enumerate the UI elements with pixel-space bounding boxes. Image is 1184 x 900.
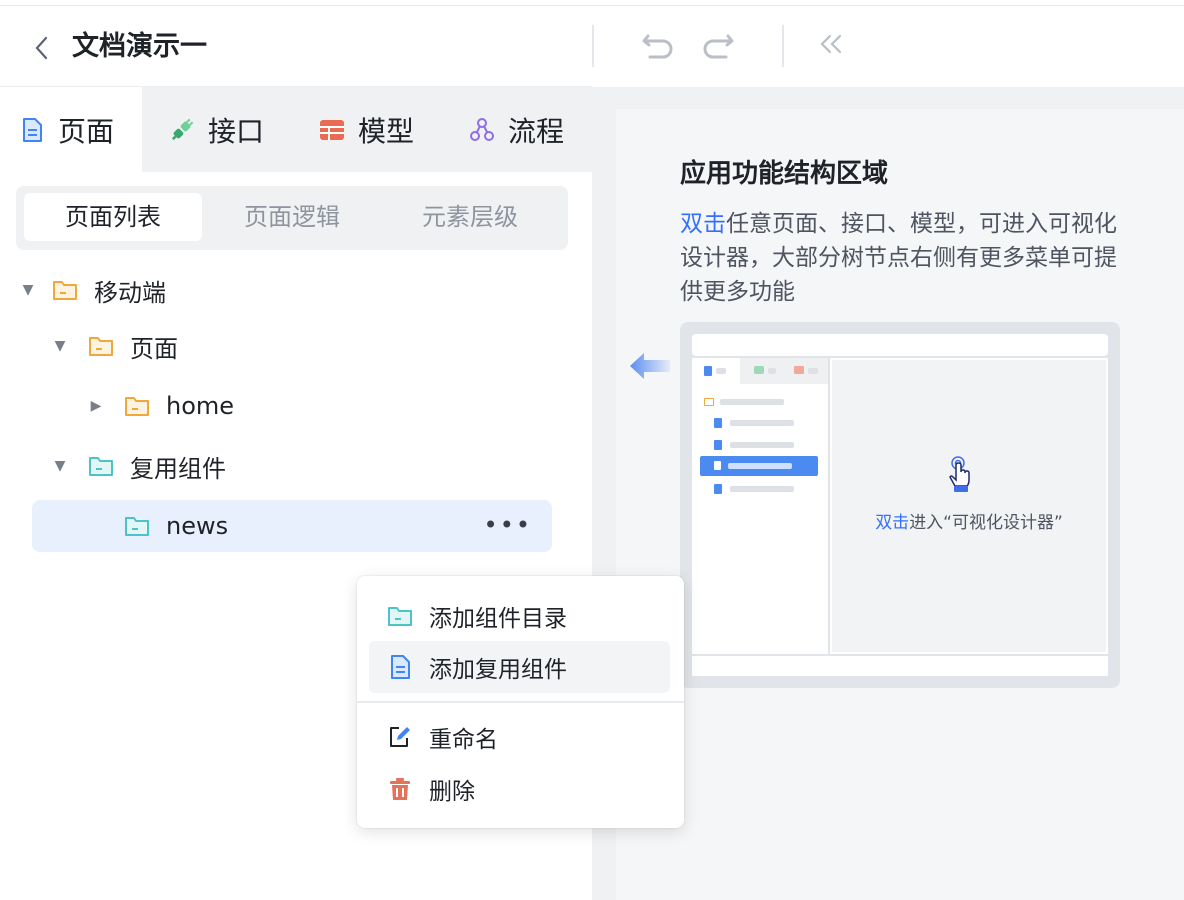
tab-label: 页面 xyxy=(58,114,115,148)
view-switcher: 页面列表 页面逻辑 元素层级 xyxy=(16,186,568,250)
more-dots-icon[interactable]: ••• xyxy=(484,513,532,537)
tab-api[interactable]: 接口 xyxy=(150,87,292,172)
menu-divider xyxy=(357,701,684,703)
tree-node-label: 移动端 xyxy=(94,278,166,307)
menu-item-add-reusable-component[interactable]: 添加复用组件 xyxy=(369,641,670,693)
folder-icon xyxy=(387,603,413,629)
undo-icon[interactable] xyxy=(638,24,678,64)
document-icon xyxy=(387,654,413,680)
folder-icon xyxy=(52,279,78,301)
arrow-left-icon xyxy=(628,349,672,383)
caret-down-icon[interactable]: ▼ xyxy=(20,282,36,298)
header: 文档演示一 xyxy=(0,6,592,87)
folder-icon xyxy=(124,395,150,417)
tab-label: 接口 xyxy=(208,114,265,148)
flow-icon xyxy=(468,116,496,144)
tree-node-home[interactable]: ▶ home xyxy=(88,380,234,432)
guide-description-text: 任意页面、接口、模型，可进入可视化设计器，大部分树节点右侧有更多菜单可提供更多功… xyxy=(680,211,1117,305)
preview-sidebar xyxy=(692,358,828,654)
preview-topbar xyxy=(692,334,1108,356)
plug-icon xyxy=(168,116,196,144)
tree-node-reusable-components[interactable]: ▼ 复用组件 xyxy=(52,440,226,492)
tab-pages[interactable]: 页面 xyxy=(0,87,142,172)
segment-page-logic[interactable]: 页面逻辑 xyxy=(203,193,381,241)
preview-selected-row xyxy=(700,456,818,476)
toolbar xyxy=(594,6,1184,87)
tree-node-label: 复用组件 xyxy=(130,454,226,483)
toolbar-divider xyxy=(782,25,784,67)
guide-highlight: 双击 xyxy=(680,211,726,237)
redo-icon[interactable] xyxy=(698,24,738,64)
caret-right-icon[interactable]: ▶ xyxy=(88,398,104,414)
back-chevron-icon[interactable] xyxy=(30,34,54,62)
tab-models[interactable]: 模型 xyxy=(300,87,442,172)
folder-icon xyxy=(88,455,114,477)
folder-icon xyxy=(88,335,114,357)
guide-title: 应用功能结构区域 xyxy=(680,159,889,189)
tab-label: 模型 xyxy=(358,114,415,148)
menu-item-label: 删除 xyxy=(429,779,475,805)
menu-item-add-component-folder[interactable]: 添加组件目录 xyxy=(369,590,670,642)
caret-down-icon[interactable]: ▼ xyxy=(52,338,68,354)
tree-node-label: news xyxy=(166,512,229,540)
tree-node-label: home xyxy=(166,392,235,420)
preview-tabs xyxy=(692,358,828,384)
tab-bar: 页面 接口 模型 流程 xyxy=(0,87,592,172)
tree-node-mobile[interactable]: ▼ 移动端 xyxy=(20,264,166,316)
preview-canvas: 双击进入“可视化设计器” xyxy=(830,358,1108,654)
double-click-hand-icon xyxy=(942,454,978,496)
trash-icon xyxy=(387,776,413,802)
tree-node-news[interactable]: news ••• xyxy=(32,500,552,552)
folder-icon xyxy=(124,515,150,537)
tree-node-label: 页面 xyxy=(130,334,178,363)
context-menu: 添加组件目录 添加复用组件 重命名 删除 xyxy=(357,576,684,828)
table-icon xyxy=(318,116,346,144)
designer-preview-image: 双击进入“可视化设计器” xyxy=(680,322,1120,688)
menu-item-label: 添加组件目录 xyxy=(429,606,567,632)
tab-flows[interactable]: 流程 xyxy=(450,87,592,172)
edit-icon xyxy=(387,724,413,750)
menu-item-label: 添加复用组件 xyxy=(429,657,567,683)
guide-description: 双击任意页面、接口、模型，可进入可视化设计器，大部分树节点右侧有更多菜单可提供更… xyxy=(680,207,1120,309)
menu-item-delete[interactable]: 删除 xyxy=(369,763,670,815)
double-chevron-left-icon[interactable] xyxy=(816,26,856,66)
preview-caption: 双击进入“可视化设计器” xyxy=(832,508,1106,533)
page-title: 文档演示一 xyxy=(72,31,207,62)
segment-page-list[interactable]: 页面列表 xyxy=(24,193,202,241)
menu-item-label: 重命名 xyxy=(429,727,498,753)
menu-item-rename[interactable]: 重命名 xyxy=(369,711,670,763)
tree-node-pages[interactable]: ▼ 页面 xyxy=(52,320,178,372)
segment-element-hierarchy[interactable]: 元素层级 xyxy=(381,193,559,241)
guide-area: 应用功能结构区域 双击任意页面、接口、模型，可进入可视化设计器，大部分树节点右侧… xyxy=(616,109,1184,900)
preview-caption-text: 进入“可视化设计器” xyxy=(909,513,1063,533)
tab-label: 流程 xyxy=(508,114,565,148)
caret-down-icon[interactable]: ▼ xyxy=(52,458,68,474)
preview-bottombar xyxy=(692,656,1108,676)
page-icon xyxy=(18,116,46,144)
preview-caption-highlight: 双击 xyxy=(875,513,910,533)
